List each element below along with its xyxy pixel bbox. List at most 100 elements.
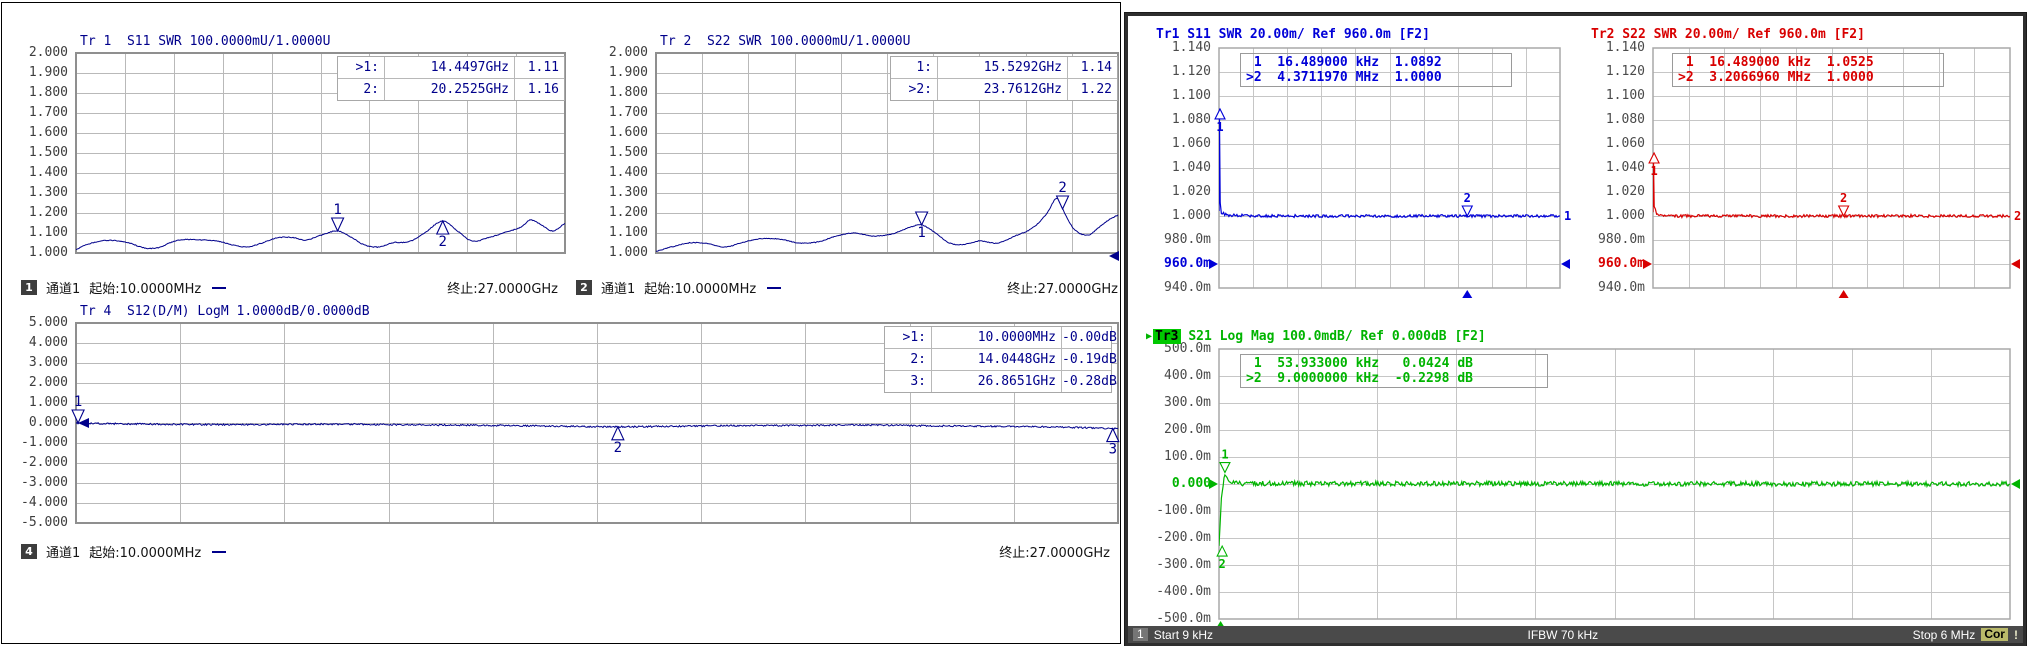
marker-readout-cell: 1.14 [1067,57,1117,78]
y-axis-label: -5.000 [21,515,68,530]
start-frequency-label: 起始:10.0000MHz [89,282,202,297]
warning-icon: ! [2013,627,2018,642]
start-frequency-label: 起始:10.0000MHz [89,546,202,561]
y-axis-label: 1.020 [1171,184,1211,199]
marker-readout-cell: 20.2525GHz [384,79,514,100]
correction-badge: Cor [1981,628,2008,641]
channel-info-group: 2 通道1 起始:10.0000MHz [576,278,782,297]
y-axis-label: 200.0m [1164,422,1211,437]
marker-readout-cell: 1: [908,60,932,75]
marker-readout-row: >1: 10.0000MHz -0.00dB [885,327,1117,348]
y-axis-label: 1.080 [1605,112,1645,127]
marker-readout-cell: 1.22 [1067,79,1117,100]
y-axis-label: 980.0m [1598,232,1645,247]
chart-title: Tr 2 S22 SWR 100.0000mU/1.0000U [660,34,911,49]
y-axis-label: -3.000 [21,475,68,490]
y-axis-label: -200.0m [1156,530,1211,545]
y-axis-label: 1.000 [1605,208,1645,223]
marker-readout-row: >2 9.0000000 kHz -0.2298 dB [1246,371,1473,386]
y-axis-label: 2.000 [28,375,68,390]
channel-label: 通道1 [46,282,81,297]
marker-readout-cell: -0.19dB [1061,349,1117,370]
marker-readout-box: 1 16.489000 kHz 1.0525 >2 3.2066960 MHz 1… [1672,53,1944,87]
channel-info-group: 1 通道1 起始:10.0000MHz [21,278,227,297]
y-axis-label: 1.600 [28,125,68,140]
channel-label: 通道1 [46,546,81,561]
y-axis-label: 940.0m [1598,280,1645,295]
y-axis-label: 3.000 [28,355,68,370]
marker-readout-row: 1: 15.5292GHz 1.14 [891,57,1117,78]
active-trace-arrow-icon: ▶ [1146,331,1153,342]
y-axis-label: -400.0m [1156,584,1211,599]
start-frequency-label: Start 9 kHz [1153,627,1214,642]
y-axis-label: 980.0m [1164,232,1211,247]
trace-tag: Tr3 [1153,329,1181,344]
channel-status-row-tr2: 2 通道1 起始:10.0000MHz 终止:27.0000GHz [576,278,1118,297]
marker-readout-row: 2: 20.2525GHz 1.16 [338,78,564,100]
trace-number-badge: 2 [576,280,592,295]
marker-readout-cell: -0.28dB [1061,371,1117,392]
chart-title-text: S21 Log Mag 100.0mdB/ Ref 0.000dB [F2] [1180,329,1486,344]
y-axis-label: 2.000 [608,45,648,60]
y-axis-label: 1.700 [28,105,68,120]
marker-readout-row: 1 16.489000 kHz 1.0525 [1678,55,1874,70]
marker-readout-cell: 2: [355,82,379,97]
y-axis-label: 1.900 [608,65,648,80]
y-axis-label: 1.080 [1171,112,1211,127]
trace-line-icon [212,286,227,289]
marker-readout-row: 3: 26.8651GHz -0.28dB [885,370,1117,392]
marker-readout-cell: 3: [902,374,926,389]
start-frequency-label: 起始:10.0000MHz [644,282,757,297]
y-axis-label: -4.000 [21,495,68,510]
y-axis-label: -1.000 [21,435,68,450]
y-axis-label: 1.140 [1605,40,1645,55]
marker-readout-cell: 23.7612GHz [937,79,1067,100]
y-axis-label: 940.0m [1164,280,1211,295]
y-axis-label: 2.000 [28,45,68,60]
status-start-group: 1 Start 9 kHz [1133,628,1213,642]
y-axis-label: 1.060 [1171,136,1211,151]
marker-readout-table: >1: 10.0000MHz -0.00dB 2: 14.0448GHz -0.19dB… [884,326,1117,393]
y-axis-label: 400.0m [1164,368,1211,383]
marker-readout-cell: >2: [908,82,932,97]
y-axis-label: 1.000 [28,395,68,410]
marker-readout-table: >1: 14.4497GHz 1.11 2: 20.2525GHz 1.16 [337,56,565,101]
y-axis-label: 1.000 [28,245,68,260]
y-axis-label: 960.0m [1598,256,1645,271]
trace-line-icon [767,286,782,289]
status-stop-group: Stop 6 MHz Cor ! [1913,628,2018,642]
stop-frequency-label: 终止:27.0000GHz [1007,282,1118,297]
channel-number-badge: 1 [1133,628,1148,641]
y-axis-label: 0.000 [1171,476,1211,491]
chart-title: ▶ Tr3 S21 Log Mag 100.0mdB/ Ref 0.000dB [… [1146,329,1486,344]
marker-readout-cell: 10.0000MHz [931,327,1061,348]
y-axis-label: 1.500 [608,145,648,160]
marker-readout-row: >2 3.2066960 MHz 1.0000 [1678,70,1874,85]
y-axis-label: 1.060 [1605,136,1645,151]
y-axis-label: 1.900 [28,65,68,80]
y-axis-label: 1.200 [608,205,648,220]
y-axis-label: 1.800 [608,85,648,100]
stop-frequency-label: 终止:27.0000GHz [999,546,1110,561]
y-axis-label: -300.0m [1156,557,1211,572]
y-axis-label: 100.0m [1164,449,1211,464]
y-axis-label: 1.140 [1171,40,1211,55]
y-axis-label: 1.300 [608,185,648,200]
y-axis-label: 5.000 [28,315,68,330]
y-axis-label: 1.120 [1605,64,1645,79]
marker-readout-cell: -0.00dB [1061,327,1117,348]
y-axis-label: 1.200 [28,205,68,220]
marker-readout-box: 1 16.489000 kHz 1.0892 >2 4.3711970 MHz 1… [1240,53,1512,87]
stop-frequency-label: 终止:27.0000GHz [447,282,558,297]
marker-readout-cell: >1: [902,330,926,345]
marker-readout-row: 1 53.933000 kHz 0.0424 dB [1246,356,1473,371]
trace-number-badge: 4 [21,544,37,559]
marker-readout-cell: 26.8651GHz [931,371,1061,392]
marker-readout-cell: 1.16 [514,79,564,100]
marker-readout-cell: 2: [902,352,926,367]
channel-status-row-tr1: 1 通道1 起始:10.0000MHz 终止:27.0000GHz [21,278,558,297]
y-axis-label: 1.300 [28,185,68,200]
y-axis-label: 300.0m [1164,395,1211,410]
chart-title: Tr2 S22 SWR 20.00m/ Ref 960.0m [F2] [1591,27,1865,42]
y-axis-label: 1.800 [28,85,68,100]
